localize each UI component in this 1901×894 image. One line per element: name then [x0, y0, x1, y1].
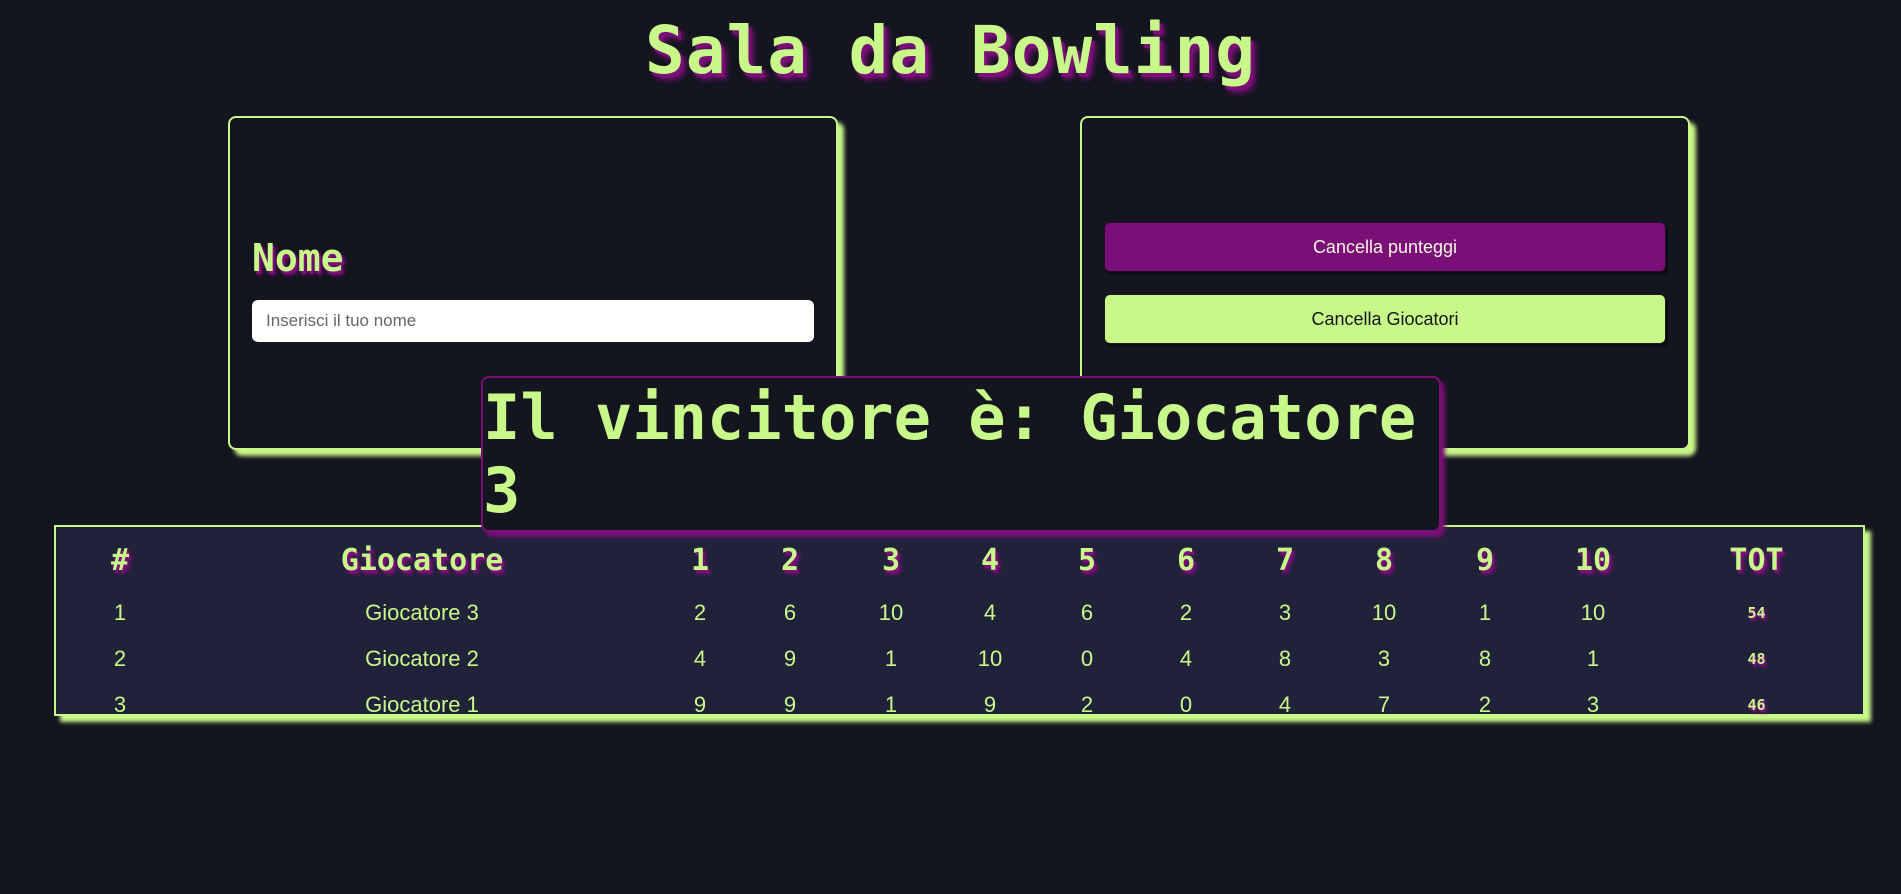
row-frame: 8 — [1278, 646, 1292, 671]
row-player: Giocatore 3 — [365, 600, 479, 625]
row-frame: 3 — [1377, 646, 1391, 671]
row-frame: 2 — [1478, 692, 1492, 717]
row-frame: 0 — [1179, 692, 1193, 717]
row-frame: 9 — [783, 692, 797, 717]
row-total: 46 — [1747, 696, 1766, 714]
row-frame: 9 — [783, 646, 797, 671]
name-input[interactable] — [252, 300, 814, 342]
row-frame: 9 — [693, 692, 707, 717]
row-frame: 2 — [693, 600, 707, 625]
header-frame-6: 6 — [1176, 542, 1196, 578]
row-rank: 2 — [113, 646, 127, 671]
row-player: Giocatore 1 — [365, 692, 479, 717]
row-frame: 9 — [983, 692, 997, 717]
table-row: 1 Giocatore 3 2 6 10 4 6 2 3 10 1 10 54 — [56, 590, 1863, 636]
row-frame: 3 — [1278, 600, 1292, 625]
row-frame: 1 — [884, 692, 898, 717]
row-rank: 3 — [113, 692, 127, 717]
header-frame-9: 9 — [1475, 542, 1495, 578]
header-frame-8: 8 — [1374, 542, 1394, 578]
header-rank: # — [110, 542, 130, 578]
row-frame: 2 — [1080, 692, 1094, 717]
row-total: 54 — [1747, 604, 1766, 622]
row-frame: 3 — [1586, 692, 1600, 717]
header-frame-1: 1 — [690, 542, 710, 578]
row-frame: 4 — [693, 646, 707, 671]
row-frame: 4 — [1179, 646, 1193, 671]
row-frame: 4 — [1278, 692, 1292, 717]
row-player: Giocatore 2 — [365, 646, 479, 671]
clear-scores-button[interactable]: Cancella punteggi — [1104, 222, 1666, 272]
row-rank: 1 — [113, 600, 127, 625]
row-frame: 1 — [1478, 600, 1492, 625]
header-frame-10: 10 — [1574, 542, 1612, 578]
row-frame: 10 — [1371, 600, 1397, 625]
header-frame-4: 4 — [980, 542, 1000, 578]
clear-players-button[interactable]: Cancella Giocatori — [1104, 294, 1666, 344]
scoreboard-table: # Giocatore 1 2 3 4 5 6 7 8 9 10 TOT 1 G… — [56, 527, 1863, 728]
row-frame: 10 — [878, 600, 904, 625]
table-row: 3 Giocatore 1 9 9 1 9 2 0 4 7 2 3 46 — [56, 682, 1863, 728]
header-frame-7: 7 — [1275, 542, 1295, 578]
scoreboard: # Giocatore 1 2 3 4 5 6 7 8 9 10 TOT 1 G… — [54, 525, 1865, 717]
row-frame: 0 — [1080, 646, 1094, 671]
row-frame: 2 — [1179, 600, 1193, 625]
row-frame: 1 — [884, 646, 898, 671]
row-frame: 6 — [783, 600, 797, 625]
row-frame: 1 — [1586, 646, 1600, 671]
row-total: 48 — [1747, 650, 1766, 668]
row-frame: 6 — [1080, 600, 1094, 625]
row-frame: 8 — [1478, 646, 1492, 671]
scoreboard-header-row: # Giocatore 1 2 3 4 5 6 7 8 9 10 TOT — [56, 527, 1863, 590]
name-label: Nome — [252, 236, 344, 280]
page-title: Sala da Bowling — [644, 12, 1257, 89]
header-frame-5: 5 — [1077, 542, 1097, 578]
row-frame: 4 — [983, 600, 997, 625]
row-frame: 10 — [977, 646, 1003, 671]
header-frame-2: 2 — [780, 542, 800, 578]
row-frame: 10 — [1580, 600, 1606, 625]
header-frame-3: 3 — [881, 542, 901, 578]
winner-banner: Il vincitore è: Giocatore 3 — [481, 376, 1441, 532]
header-player: Giocatore — [340, 542, 504, 578]
row-frame: 7 — [1377, 692, 1391, 717]
header-total: TOT — [1729, 542, 1784, 578]
table-row: 2 Giocatore 2 4 9 1 10 0 4 8 3 8 1 48 — [56, 636, 1863, 682]
